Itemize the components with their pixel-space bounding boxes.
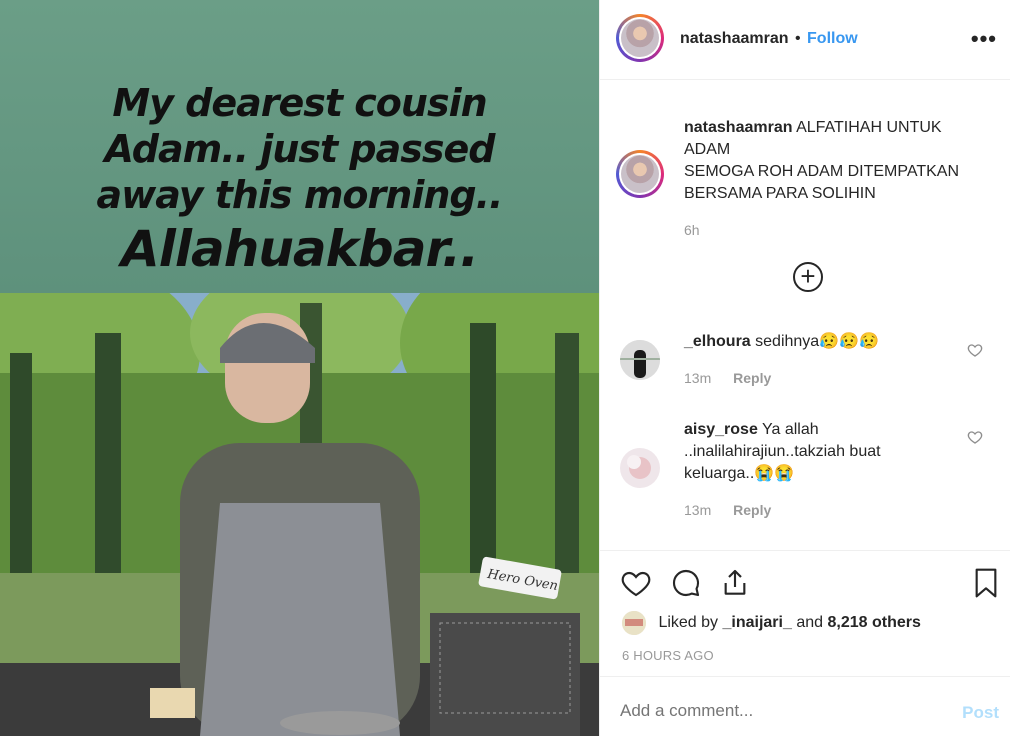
comment-input[interactable] — [620, 701, 920, 721]
overlay-text-last: Allahuakbar.. — [121, 220, 479, 278]
liked-by-user[interactable]: _inaijari_ — [723, 614, 792, 631]
comment-item: aisy_rose Ya allah ..inalilahirajiun..ta… — [684, 419, 954, 521]
likes-line: Liked by _inaijari_ and 8,218 others — [622, 611, 921, 635]
text-overlay-banner: My dearest cousin Adam.. just passed awa… — [0, 0, 599, 293]
overlay-text: My dearest cousin Adam.. just passed awa… — [0, 34, 599, 326]
comment-icon[interactable] — [670, 567, 702, 599]
comment-meta: 13m Reply — [684, 367, 954, 389]
liker-avatar[interactable] — [622, 611, 646, 635]
follow-button[interactable]: Follow — [807, 30, 858, 47]
photo-illustration — [0, 293, 599, 736]
comment-item: _elhoura sedihnya😥😥😥 13m Reply — [684, 331, 954, 389]
post-timestamp[interactable]: 6 HOURS AGO — [622, 648, 714, 663]
comments-section: natashaamran ALFATIHAH UNTUK ADAM SEMOGA… — [600, 80, 1010, 550]
comment-meta: 13m Reply — [684, 499, 954, 521]
plus-circle-icon[interactable]: + — [793, 262, 823, 292]
header-separator: • — [794, 30, 801, 47]
post-header: natashaamran • Follow ••• — [600, 0, 1010, 80]
caption-username[interactable]: natashaamran — [684, 119, 793, 136]
comment-avatar[interactable] — [620, 448, 660, 488]
comment-like-icon[interactable] — [967, 342, 983, 358]
post-comment-button[interactable]: Post — [962, 703, 999, 723]
post-media[interactable]: My dearest cousin Adam.. just passed awa… — [0, 0, 599, 736]
more-options-icon[interactable]: ••• — [971, 26, 997, 52]
comment-like-icon[interactable] — [967, 429, 983, 445]
reply-button[interactable]: Reply — [733, 502, 771, 518]
post-photo: Hero Oven — [0, 293, 599, 736]
caption-author-avatar[interactable] — [616, 150, 664, 198]
liked-by-and: and — [796, 614, 824, 632]
comment-time: 13m — [684, 502, 712, 518]
overlay-text-lines: My dearest cousin Adam.. just passed awa… — [96, 81, 504, 217]
comment-username[interactable]: _elhoura — [684, 333, 751, 350]
share-icon[interactable] — [719, 567, 751, 599]
comment-username[interactable]: aisy_rose — [684, 421, 758, 438]
comment-time: 13m — [684, 370, 712, 386]
likes-count[interactable]: 8,218 others — [827, 614, 920, 631]
comment-avatar[interactable] — [620, 340, 660, 380]
comment-body: sedihnya😥😥😥 — [755, 333, 879, 350]
author-avatar[interactable] — [616, 14, 664, 62]
heart-icon[interactable] — [620, 567, 652, 599]
liked-by-prefix: Liked by — [658, 614, 719, 632]
caption-block: natashaamran ALFATIHAH UNTUK ADAM SEMOGA… — [684, 117, 984, 241]
post-side-panel: natashaamran • Follow ••• natashaamran A… — [599, 0, 1010, 736]
bookmark-icon[interactable] — [970, 567, 1002, 599]
header-user-line: natashaamran • Follow — [680, 30, 858, 48]
caption-time: 6h — [684, 222, 700, 238]
author-username[interactable]: natashaamran — [680, 30, 789, 47]
add-comment-bar: Post — [600, 676, 1010, 736]
reply-button[interactable]: Reply — [733, 370, 771, 386]
